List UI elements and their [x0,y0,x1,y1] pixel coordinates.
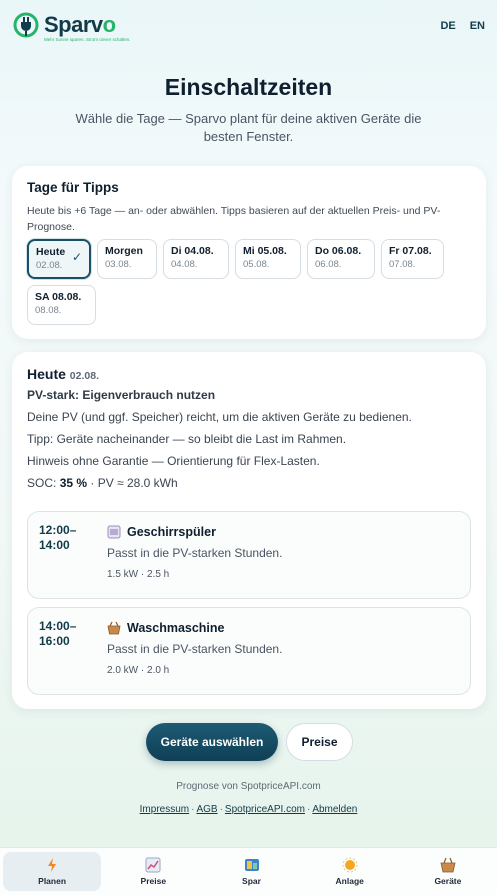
day-chip-label: SA 08.08. [35,291,82,303]
nav-label: Planen [38,876,67,886]
brand-tagline: Mehr Sonne sparen. Strom clever schalten… [44,37,131,42]
slot-time-start: 12:00– [39,523,77,537]
slot-device-name: Waschmaschine [127,621,225,635]
day-chip-label: Morgen [105,245,143,257]
link-logout[interactable]: Abmelden [312,804,357,815]
slot-device: Geschirrspüler [107,525,216,539]
days-card: Tage für Tipps Heute bis +6 Tage — an- o… [12,166,486,339]
slot-meta: 2.0 kW · 2.0 h [107,665,170,676]
top-bar: Sparvo Mehr Sonne sparen. Strom clever s… [12,8,485,48]
link-separator: · [219,804,223,815]
slot-reason: Passt in die PV-starken Stunden. [107,546,283,560]
day-chip-date: 07.08. [389,259,416,270]
plan-mode: PV-stark: Eigenverbrauch nutzen [27,388,216,402]
plan-heading: Heute 02.08. [27,366,471,382]
lang-en[interactable]: EN [470,20,485,32]
day-chip-tue[interactable]: Di 04.08. 04.08. [163,239,229,279]
link-agb[interactable]: AGB [196,804,217,815]
day-chip-date: 06.08. [315,259,342,270]
page-title: Einschaltzeiten [164,74,333,100]
prices-button[interactable]: Preise [286,723,353,761]
slot-card[interactable]: 14:00– 16:00 Waschmaschine Passt in die … [27,607,471,695]
slot-time-start: 14:00– [39,619,77,633]
nav-geraete[interactable]: Geräte [399,848,497,895]
nav-label: Preise [140,876,167,886]
slot-device: Waschmaschine [107,621,225,635]
plan-date: 02.08. [69,370,99,382]
plan-info-pv: Deine PV (und ggf. Speicher) reicht, um … [27,410,412,424]
day-chip-label: Fr 07.08. [389,245,432,257]
link-separator: · [191,804,195,815]
link-spotpriceapi[interactable]: SpotpriceAPI.com [225,804,305,815]
nav-label: Geräte [434,876,462,886]
slot-card[interactable]: 12:00– 14:00 Geschirrspüler Passt in die… [27,511,471,599]
soc-label: SOC: [27,476,57,490]
lang-de[interactable]: DE [440,20,455,32]
logo[interactable]: Sparvo Mehr Sonne sparen. Strom clever s… [12,10,131,42]
select-devices-button[interactable]: Geräte auswählen [146,723,278,761]
dishwasher-icon [107,525,121,539]
nav-planen[interactable]: Planen [3,852,102,891]
slot-device-name: Geschirrspüler [127,525,216,539]
day-chip-date: 08.08. [35,305,62,316]
nav-label: Anlage [335,876,364,886]
day-chip-label: Do 06.08. [315,245,362,257]
day-chip-tomorrow[interactable]: Morgen 03.08. [97,239,157,279]
brand-name: Sparvo [44,12,116,37]
slot-time-end: 16:00 [39,634,70,648]
days-card-title: Tage für Tipps [27,180,119,195]
footer-links: Impressum · AGB · SpotpriceAPI.com · Abmelden [0,804,497,815]
day-chip-label: Mi 05.08. [243,245,287,257]
slot-time: 12:00– 14:00 [39,523,89,553]
day-chip-fri[interactable]: Fr 07.08. 07.08. [381,239,444,279]
plan-disclaimer: Hinweis ohne Garantie — Orientierung für… [27,454,320,468]
nav-spar[interactable]: Spar [202,848,300,895]
piggy-icon [244,857,260,873]
day-chip-thu[interactable]: Do 06.08. 06.08. [307,239,375,279]
sun-icon [342,857,358,873]
slot-time-end: 14:00 [39,538,70,552]
day-chip-wed[interactable]: Mi 05.08. 05.08. [235,239,301,279]
page-subtitle: Wähle die Tage — Sparvo plant für deine … [75,111,422,144]
bottom-nav: Planen Preise Spar Anlage Geräte [0,847,497,895]
day-chip-label: Di 04.08. [171,245,214,257]
pv-forecast: · PV ≈ 28.0 kWh [90,476,178,490]
plug-leaf-icon [12,10,42,40]
forecast-source: Prognose von SpotpriceAPI.com [176,781,321,792]
day-chip-sat[interactable]: SA 08.08. 08.08. [27,285,96,325]
nav-preise[interactable]: Preise [104,848,202,895]
lightning-icon [44,857,60,873]
plan-day: Heute [27,366,66,382]
basket-icon [107,621,121,635]
plan-stats: SOC: 35 % · PV ≈ 28.0 kWh [27,476,471,490]
day-chip-date: 04.08. [171,259,198,270]
link-impressum[interactable]: Impressum [140,804,189,815]
soc-value: 35 % [59,476,88,490]
check-icon: ✓ [71,250,82,264]
plan-tip: Tipp: Geräte nacheinander — so bleibt di… [27,432,347,446]
slot-meta: 1.5 kW · 2.5 h [107,569,170,580]
slot-time: 14:00– 16:00 [39,619,89,649]
nav-label: Spar [242,876,261,886]
slot-reason: Passt in die PV-starken Stunden. [107,642,283,656]
chart-icon [145,857,161,873]
days-card-hint: Heute bis +6 Tage — an- oder abwählen. T… [27,205,441,233]
plan-card: Heute 02.08. PV-stark: Eigenverbrauch nu… [12,352,486,709]
basket-icon [440,857,456,873]
day-chip-date: 05.08. [243,259,270,270]
language-switch: DE EN [440,20,485,32]
nav-anlage[interactable]: Anlage [301,848,399,895]
day-chip-today[interactable]: Heute 02.08. ✓ [27,239,91,279]
day-chip-date: 03.08. [105,259,132,270]
link-separator: · [306,804,311,815]
